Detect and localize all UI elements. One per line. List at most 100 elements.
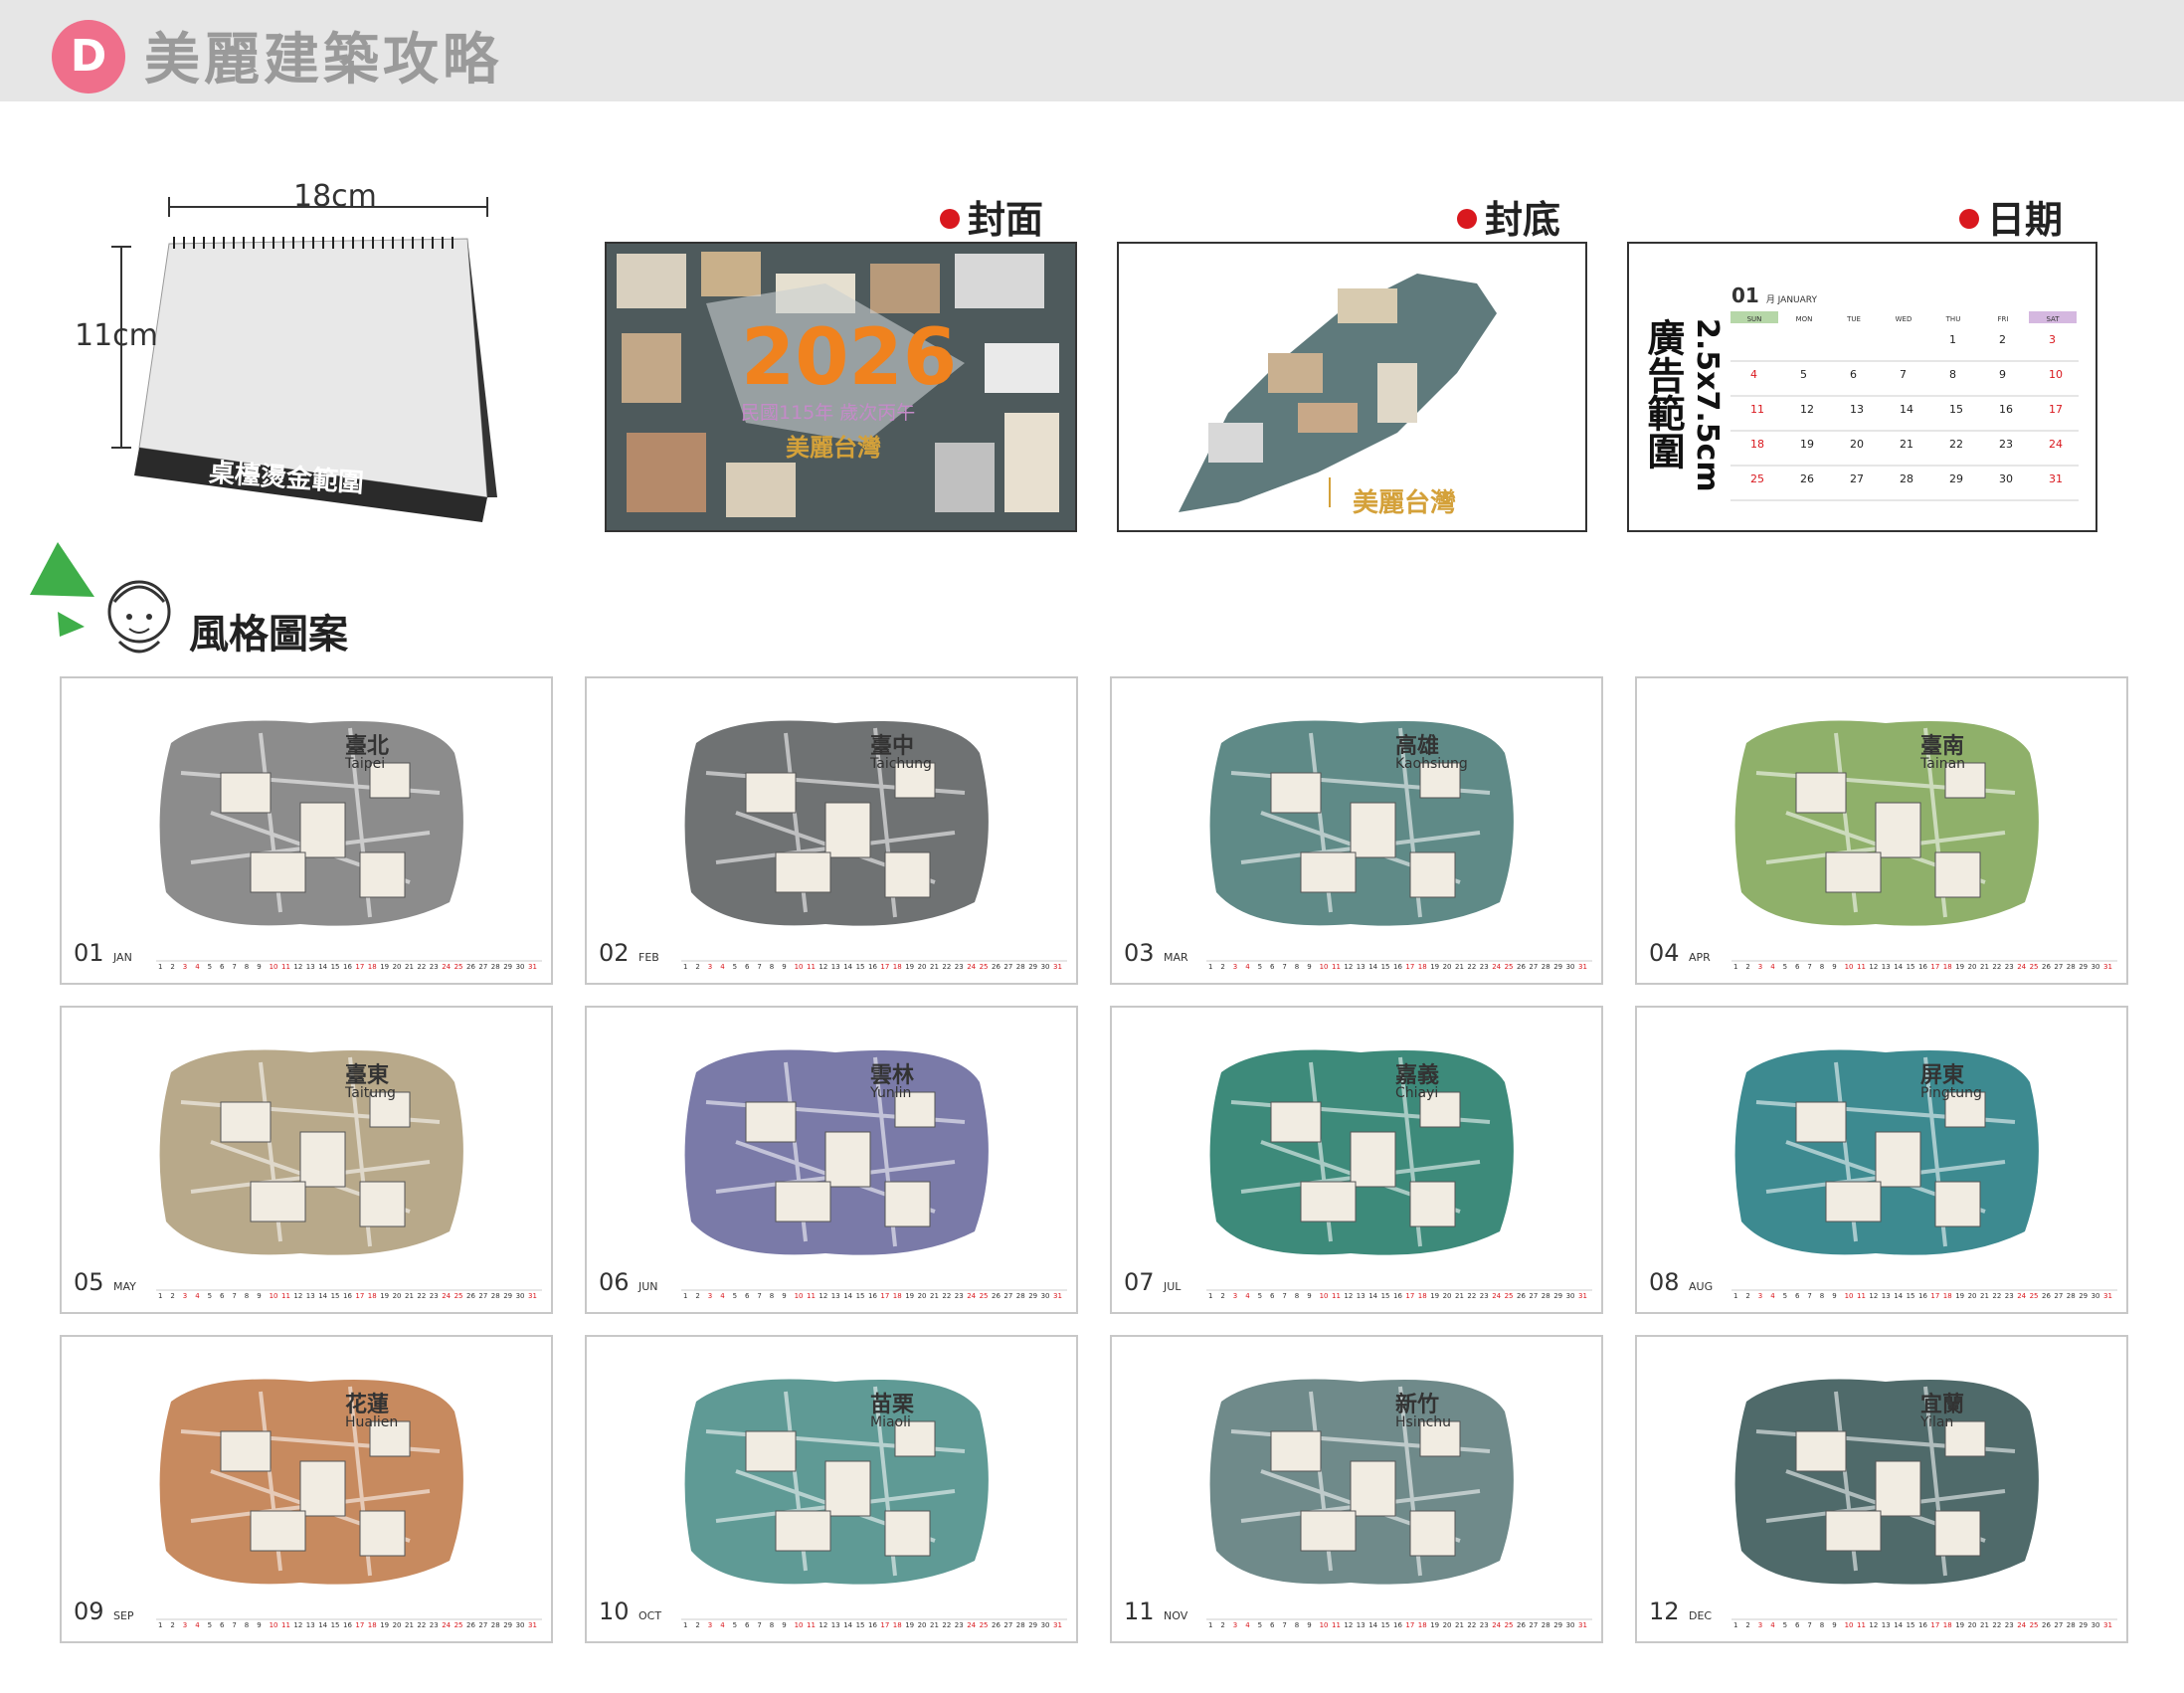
- strip-day-number: 31: [2103, 1621, 2112, 1629]
- day-number: 11: [1750, 403, 1764, 416]
- strip-day-number: 8: [1820, 1292, 1824, 1300]
- city-name-en: Yunlin: [870, 1085, 912, 1101]
- city-name-en: Pingtung: [1920, 1085, 1982, 1101]
- strip-day-number: 16: [1918, 1621, 1927, 1629]
- strip-day-number: 26: [466, 963, 475, 971]
- day-number: 24: [2049, 438, 2063, 451]
- strip-day-number: 17: [355, 1621, 364, 1629]
- strip-day-number: 25: [1505, 963, 1514, 971]
- landmark-building: [1350, 1131, 1396, 1188]
- day-number: 6: [1850, 368, 1857, 381]
- strip-day-number: 18: [893, 1292, 902, 1300]
- weekday-label: THU: [1945, 315, 1961, 323]
- day-number: 15: [1949, 403, 1963, 416]
- strip-day-number: 16: [343, 1292, 352, 1300]
- strip-day-number: 11: [1857, 963, 1866, 971]
- strip-day-number: 4: [720, 1621, 725, 1629]
- strip-day-number: 5: [1258, 1292, 1262, 1300]
- date-month-name: 月 JANUARY: [1765, 295, 1817, 305]
- strip-day-number: 28: [2067, 963, 2076, 971]
- strip-day-number: 1: [683, 1292, 687, 1300]
- day-number: 20: [1850, 438, 1864, 451]
- landmark-building: [1795, 1430, 1847, 1472]
- month-card-aug: 屏東 Pingtung 08 AUG 1 2 3 4 5 6 7 8 9 10 11 12 13 14 15 16 17…: [1635, 1006, 2128, 1314]
- strip-day-number: 29: [2079, 963, 2088, 971]
- strip-day-number: 25: [2030, 1621, 2039, 1629]
- city-map-illustration: [1734, 1049, 2039, 1255]
- strip-day-number: 6: [1270, 1621, 1275, 1629]
- strip-day-number: 13: [306, 1621, 315, 1629]
- month-card-apr: 臺南 Tainan 04 APR 1 2 3 4 5 6 7 8 9 10 11 12 13 14 15 16 17 18…: [1635, 676, 2128, 985]
- month-card-jan: 臺北 Taipei 01 JAN 1 2 3 4 5 6 7 8 9 10 11 12 13 14 15 16 17 18…: [60, 676, 553, 985]
- strip-day-number: 8: [770, 1292, 774, 1300]
- strip-day-number: 30: [516, 1621, 525, 1629]
- strip-day-number: 19: [1430, 1292, 1439, 1300]
- strip-day-number: 26: [1517, 1621, 1526, 1629]
- strip-day-number: 16: [1393, 1621, 1402, 1629]
- strip-day-number: 18: [368, 1621, 377, 1629]
- landmark-building: [1300, 851, 1357, 893]
- month-number: 02: [599, 939, 630, 967]
- month-number: 12: [1649, 1598, 1680, 1625]
- landmark-building: [1875, 802, 1921, 858]
- strip-day-number: 11: [281, 963, 290, 971]
- strip-day-number: 8: [1820, 963, 1824, 971]
- landmark-building: [299, 1131, 346, 1188]
- strip-day-number: 14: [318, 1292, 327, 1300]
- day-number: 25: [1750, 472, 1764, 485]
- month-number: 10: [599, 1598, 630, 1625]
- strip-day-number: 31: [2103, 963, 2112, 971]
- strip-day-number: 11: [1332, 1292, 1341, 1300]
- day-number: 19: [1800, 438, 1814, 451]
- strip-day-number: 2: [170, 963, 174, 971]
- strip-day-number: 3: [1233, 1292, 1237, 1300]
- strip-day-number: 9: [1832, 1292, 1836, 1300]
- city-name-en: Kaohsiung: [1395, 756, 1468, 772]
- date-label-text: 日期: [1987, 198, 2064, 242]
- strip-day-number: 18: [893, 963, 902, 971]
- strip-day-number: 23: [2005, 1621, 2014, 1629]
- city-map-illustration: [684, 1379, 989, 1585]
- strip-day-number: 4: [195, 1621, 200, 1629]
- strip-day-number: 2: [1220, 1621, 1224, 1629]
- month-card-feb: 臺中 Taichung 02 FEB 1 2 3 4 5 6 7 8 9 10 11 12 13 14 15 16 17…: [585, 676, 1078, 985]
- strip-day-number: 12: [1344, 1621, 1353, 1629]
- strip-day-number: 24: [442, 963, 451, 971]
- strip-day-number: 14: [843, 1621, 852, 1629]
- landmark-building: [299, 802, 346, 858]
- strip-day-number: 25: [980, 1621, 989, 1629]
- strip-day-number: 13: [831, 1292, 840, 1300]
- strip-day-number: 2: [1220, 1292, 1224, 1300]
- city-map-illustration: [159, 720, 463, 926]
- strip-day-number: 15: [1907, 1292, 1915, 1300]
- strip-day-number: 26: [2042, 963, 2051, 971]
- landmark-building: [1270, 772, 1322, 814]
- strip-day-number: 23: [955, 963, 964, 971]
- strip-day-number: 31: [1578, 963, 1587, 971]
- strip-day-number: 15: [1381, 1292, 1390, 1300]
- strip-day-number: 20: [1443, 1292, 1452, 1300]
- strip-day-number: 22: [1992, 1621, 2001, 1629]
- strip-day-number: 3: [183, 1292, 187, 1300]
- month-name: DEC: [1689, 1609, 1713, 1622]
- strip-day-number: 12: [293, 1292, 302, 1300]
- strip-day-number: 14: [1368, 1292, 1377, 1300]
- strip-day-number: 3: [1233, 963, 1237, 971]
- strip-day-number: 28: [491, 1621, 500, 1629]
- strip-day-number: 1: [1733, 1621, 1737, 1629]
- strip-day-number: 31: [528, 963, 537, 971]
- month-name: FEB: [638, 951, 659, 964]
- strip-day-number: 19: [905, 1292, 914, 1300]
- strip-day-number: 13: [1882, 1292, 1891, 1300]
- strip-day-number: 31: [1578, 1621, 1587, 1629]
- strip-day-number: 17: [355, 1292, 364, 1300]
- month-name: NOV: [1164, 1609, 1188, 1622]
- day-number: 27: [1850, 472, 1864, 485]
- month-date-strip: 1 2 3 4 5 6 7 8 9 10 11 12 13 14 15 16 17 18 19 20 21 22 23 24 2…: [1731, 1289, 2117, 1300]
- strip-day-number: 20: [393, 963, 402, 971]
- strip-day-number: 22: [1467, 963, 1476, 971]
- landmark-building: [250, 1181, 306, 1223]
- strip-day-number: 17: [1405, 963, 1414, 971]
- month-card-nov: 新竹 Hsinchu 11 NOV 1 2 3 4 5 6 7 8 9 10 11 12 13 14 15 16 17 1…: [1110, 1335, 1603, 1643]
- month-date-strip: 1 2 3 4 5 6 7 8 9 10 11 12 13 14 15 16 17 18 19 20 21 22 23 24 2…: [1206, 960, 1592, 971]
